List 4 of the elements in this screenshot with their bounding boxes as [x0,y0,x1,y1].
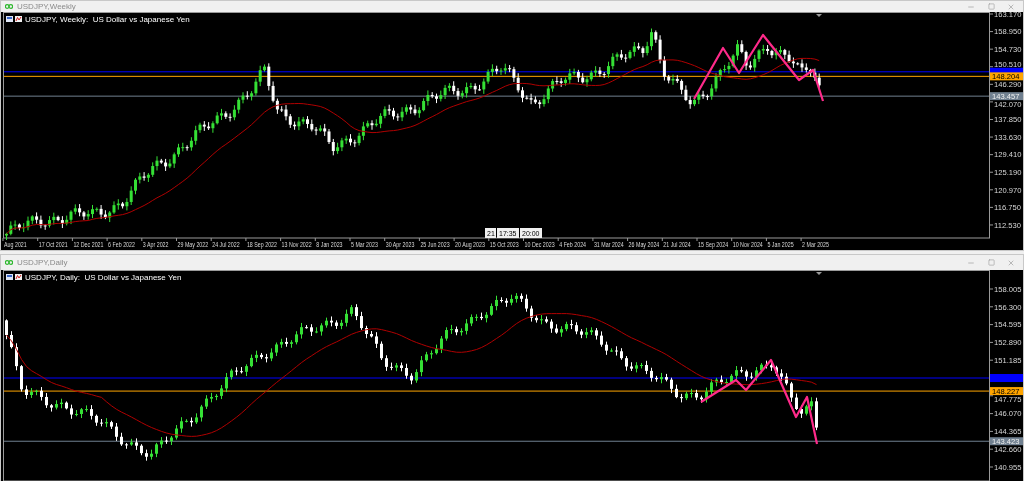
window-title: USDJPY,Daily [17,258,69,267]
chart-legend: USDJPY, Weekly: US Dollar vs Japanese Yen [25,15,190,24]
window-title: USDJPY,Weekly [17,2,77,11]
chart-legend: USDJPY, Daily: US Dollar vs Japanese Yen [25,273,182,282]
